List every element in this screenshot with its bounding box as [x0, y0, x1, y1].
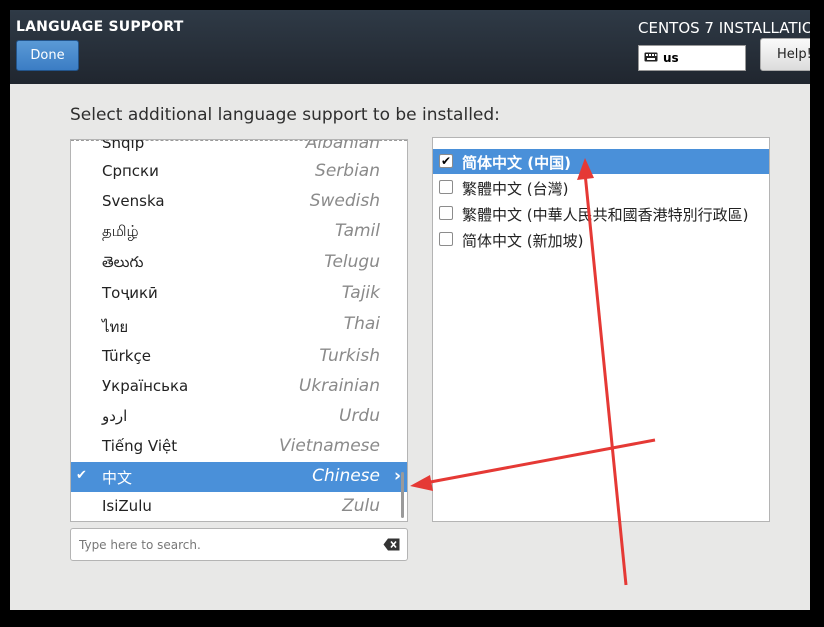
language-english-name: Chinese — [312, 466, 380, 486]
language-row[interactable]: Tiếng Việt Vietnamese — [71, 432, 407, 462]
locale-list[interactable]: ✔ 简体中文 (中国) 繁體中文 (台灣) 繁體中文 (中華人民共和國香港特別行政區)… — [432, 137, 770, 522]
locale-checkbox[interactable] — [439, 232, 453, 246]
language-native-name: IsiZulu — [102, 497, 152, 515]
language-row[interactable]: اردو Urdu — [71, 402, 407, 432]
language-english-name: Vietnamese — [278, 436, 380, 456]
installation-title: CENTOS 7 INSTALLATIO — [638, 19, 810, 37]
language-native-name: Српски — [102, 162, 159, 180]
selected-check-icon: ✔ — [76, 468, 87, 483]
page-prompt: Select additional language support to be… — [70, 105, 500, 125]
locale-label: 简体中文 (新加坡) — [462, 232, 584, 250]
language-english-name: Swedish — [309, 191, 380, 211]
keyboard-layout-indicator[interactable]: us — [638, 45, 746, 71]
help-button[interactable]: Help! — [760, 38, 810, 71]
language-english-name: Urdu — [339, 406, 380, 426]
language-native-name: Tiếng Việt — [102, 437, 178, 455]
language-english-name: Thai — [343, 314, 380, 334]
language-english-name: Tajik — [341, 283, 380, 303]
locale-row[interactable]: 简体中文 (新加坡) — [433, 227, 769, 252]
header-bar: LANGUAGE SUPPORT Done CENTOS 7 INSTALLAT… — [10, 10, 810, 84]
locale-row[interactable]: 繁體中文 (中華人民共和國香港特別行政區) — [433, 201, 769, 226]
language-english-name: Turkish — [319, 346, 380, 366]
language-english-name: Zulu — [342, 496, 380, 516]
language-row[interactable]: Српски Serbian — [71, 157, 407, 187]
language-row[interactable]: Українська Ukrainian — [71, 372, 407, 402]
language-native-name: ไทย — [102, 318, 129, 336]
done-button[interactable]: Done — [16, 40, 79, 71]
language-english-name: Ukrainian — [298, 376, 380, 396]
language-english-name: Telugu — [324, 252, 380, 272]
locale-checkbox[interactable]: ✔ — [439, 154, 453, 168]
language-row[interactable]: தமிழ் Tamil — [71, 217, 407, 247]
language-native-name: Тоҷикӣ — [102, 284, 158, 302]
locale-label: 简体中文 (中国) — [462, 154, 571, 172]
language-row[interactable]: IsiZulu Zulu — [71, 492, 407, 521]
search-input[interactable] — [77, 535, 371, 555]
language-row[interactable]: Shqip Albanian — [71, 139, 407, 159]
language-row[interactable]: ไทย Thai — [71, 310, 407, 340]
language-search-box[interactable] — [70, 528, 408, 561]
chevron-right-icon: › — [394, 466, 402, 486]
language-english-name: Tamil — [334, 221, 380, 241]
language-row[interactable]: Svenska Swedish — [71, 187, 407, 217]
keyboard-layout-label: us — [663, 51, 679, 65]
keyboard-icon — [644, 52, 658, 62]
locale-row[interactable]: 繁體中文 (台灣) — [433, 175, 769, 200]
language-native-name: Shqip — [102, 139, 145, 152]
language-row[interactable]: Türkçe Turkish — [71, 342, 407, 372]
clear-search-icon[interactable] — [383, 538, 400, 551]
locale-checkbox[interactable] — [439, 206, 453, 220]
language-native-name: తెలుగు — [102, 253, 144, 271]
language-native-name: اردو — [102, 407, 128, 425]
language-list[interactable]: Shqip Albanian Српски Serbian Svenska Swedish… — [70, 139, 408, 522]
locale-checkbox[interactable] — [439, 180, 453, 194]
language-english-name: Serbian — [315, 161, 380, 181]
language-native-name: Українська — [102, 377, 189, 395]
language-support-window: LANGUAGE SUPPORT Done CENTOS 7 INSTALLAT… — [10, 10, 810, 610]
language-list-scrollbar[interactable] — [401, 472, 404, 518]
language-row[interactable]: Тоҷикӣ Tajik — [71, 279, 407, 309]
language-row[interactable]: తెలుగు Telugu — [71, 248, 407, 278]
language-english-name: Albanian — [305, 139, 380, 153]
locale-label: 繁體中文 (中華人民共和國香港特別行政區) — [462, 206, 749, 224]
language-native-name: Svenska — [102, 192, 165, 210]
locale-label: 繁體中文 (台灣) — [462, 180, 569, 198]
language-native-name: தமிழ் — [102, 222, 139, 240]
locale-row[interactable]: ✔ 简体中文 (中国) — [433, 149, 769, 174]
language-row[interactable]: ✔ 中文 Chinese › — [71, 462, 407, 492]
spoke-title: LANGUAGE SUPPORT — [16, 19, 184, 35]
language-native-name: 中文 — [102, 469, 133, 487]
language-native-name: Türkçe — [102, 347, 151, 365]
